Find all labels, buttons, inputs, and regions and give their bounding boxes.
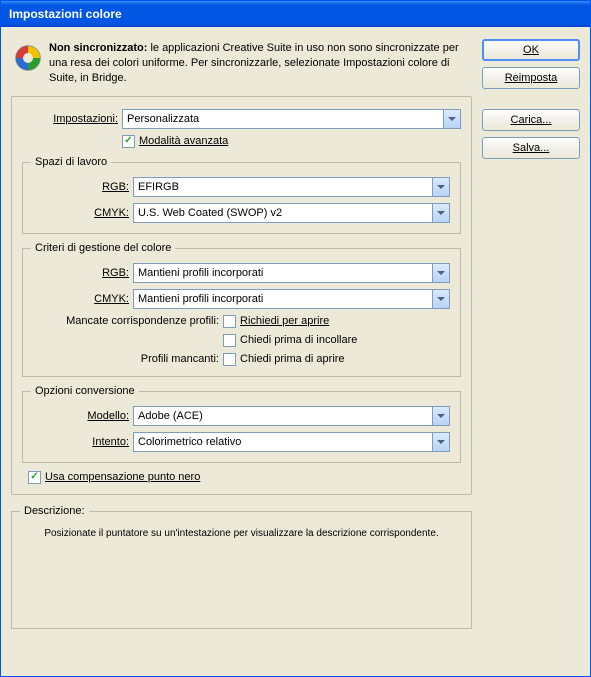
conversion-group: Opzioni conversione Modello: Adobe (ACE)…	[22, 391, 461, 463]
engine-label: Modello:	[33, 410, 133, 422]
ok-button[interactable]: OK	[482, 39, 580, 61]
sync-status-row: Non sincronizzato: le applicazioni Creat…	[11, 37, 472, 96]
policies-cmyk-value: Mantieni profili incorporati	[138, 293, 263, 305]
intent-label: Intento:	[33, 436, 133, 448]
titlebar: Impostazioni colore	[1, 1, 590, 27]
mismatch-paste-checkbox[interactable]	[223, 334, 236, 347]
workspace-rgb-label: RGB:	[33, 181, 133, 193]
chevron-down-icon	[432, 264, 449, 282]
advanced-mode-checkbox[interactable]	[122, 135, 135, 148]
advanced-mode-label: Modalità avanzata	[139, 135, 228, 147]
policies-cmyk-label: CMYK:	[33, 293, 133, 305]
policies-rgb-select[interactable]: Mantieni profili incorporati	[133, 263, 450, 283]
workspace-cmyk-value: U.S. Web Coated (SWOP) v2	[138, 207, 282, 219]
policies-rgb-label: RGB:	[33, 267, 133, 279]
missing-label: Profili mancanti:	[33, 353, 223, 365]
settings-select[interactable]: Personalizzata	[122, 109, 461, 129]
load-button[interactable]: Carica...	[482, 109, 580, 131]
settings-group: Impostazioni: Personalizzata Modalità av…	[11, 96, 472, 495]
color-settings-dialog: Impostazioni colore Non sincronizzato: l…	[0, 0, 591, 677]
reset-button[interactable]: Reimposta	[482, 67, 580, 89]
description-text: Posizionate il puntatore su un'intestazi…	[22, 526, 461, 539]
description-group: Descrizione: Posizionate il puntatore su…	[11, 511, 472, 629]
workspace-cmyk-select[interactable]: U.S. Web Coated (SWOP) v2	[133, 203, 450, 223]
mismatch-label: Mancate corrispondenze profili:	[33, 315, 223, 327]
engine-value: Adobe (ACE)	[138, 410, 203, 422]
workspaces-group: Spazi di lavoro RGB: EFIRGB CMYK: U.S. W…	[22, 162, 461, 234]
chevron-down-icon	[432, 204, 449, 222]
dialog-content: Non sincronizzato: le applicazioni Creat…	[1, 27, 590, 676]
sync-status-bold: Non sincronizzato:	[49, 42, 147, 54]
sync-status-icon	[15, 45, 41, 71]
workspace-rgb-select[interactable]: EFIRGB	[133, 177, 450, 197]
description-title: Descrizione:	[20, 505, 89, 517]
chevron-down-icon	[432, 407, 449, 425]
policies-title: Criteri di gestione del colore	[31, 242, 175, 254]
conversion-title: Opzioni conversione	[31, 385, 139, 397]
settings-label: Impostazioni:	[22, 113, 122, 125]
chevron-down-icon	[432, 178, 449, 196]
missing-open-label: Chiedi prima di aprire	[240, 353, 345, 365]
mismatch-paste-label: Chiedi prima di incollare	[240, 334, 357, 346]
policies-cmyk-select[interactable]: Mantieni profili incorporati	[133, 289, 450, 309]
workspace-cmyk-label: CMYK:	[33, 207, 133, 219]
blackpoint-label: Usa compensazione punto nero	[45, 471, 200, 483]
sync-status-text: Non sincronizzato: le applicazioni Creat…	[49, 41, 468, 86]
save-button[interactable]: Salva...	[482, 137, 580, 159]
policies-group: Criteri di gestione del colore RGB: Mant…	[22, 248, 461, 377]
blackpoint-checkbox[interactable]	[28, 471, 41, 484]
chevron-down-icon	[432, 290, 449, 308]
workspaces-title: Spazi di lavoro	[31, 156, 111, 168]
main-column: Non sincronizzato: le applicazioni Creat…	[11, 37, 472, 666]
chevron-down-icon	[432, 433, 449, 451]
settings-value: Personalizzata	[127, 113, 199, 125]
intent-select[interactable]: Colorimetrico relativo	[133, 432, 450, 452]
workspace-rgb-value: EFIRGB	[138, 181, 179, 193]
window-title: Impostazioni colore	[9, 7, 122, 21]
chevron-down-icon	[443, 110, 460, 128]
missing-open-checkbox[interactable]	[223, 353, 236, 366]
mismatch-open-checkbox[interactable]	[223, 315, 236, 328]
button-column: OK Reimposta Carica... Salva...	[482, 37, 580, 666]
engine-select[interactable]: Adobe (ACE)	[133, 406, 450, 426]
mismatch-open-label: Richiedi per aprire	[240, 315, 329, 327]
intent-value: Colorimetrico relativo	[138, 436, 241, 448]
policies-rgb-value: Mantieni profili incorporati	[138, 267, 263, 279]
